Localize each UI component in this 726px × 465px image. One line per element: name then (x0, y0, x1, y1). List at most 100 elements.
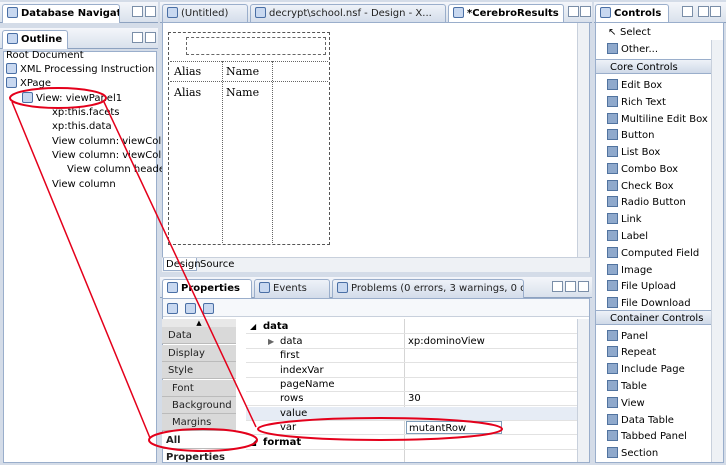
property-row[interactable]: ▶ data xp:dominoView (246, 335, 577, 349)
column-header-name[interactable]: Name (226, 65, 259, 78)
outline-item[interactable]: xp:this.facets (52, 106, 120, 120)
tab-decrypt-school[interactable]: decrypt\school.nsf - Design - X... (250, 4, 446, 23)
palette-item[interactable]: File Upload (607, 279, 676, 294)
column-header-alias[interactable]: Alias (174, 65, 201, 78)
editor-scrollbar[interactable] (577, 23, 589, 257)
expand-icon[interactable]: ▶ (268, 335, 274, 349)
view-menu-icon[interactable] (552, 281, 563, 292)
pager-placeholder[interactable] (186, 37, 326, 55)
check-box-icon (607, 180, 618, 191)
palette-item[interactable]: View (607, 396, 645, 411)
category-all-properties[interactable]: All Properties (162, 432, 236, 463)
palette-scrollbar[interactable] (711, 40, 723, 462)
palette-item[interactable]: Combo Box (607, 162, 678, 177)
minimize-icon[interactable] (132, 6, 143, 17)
palette-item[interactable]: Link (607, 212, 641, 227)
category-background[interactable]: Background (162, 397, 236, 414)
property-row-var[interactable]: var mutantRow (246, 421, 577, 435)
property-row[interactable]: ◢ format (246, 436, 577, 450)
palette-item[interactable]: Radio Button (607, 195, 686, 210)
category-style[interactable]: Style (162, 362, 236, 379)
filter-icon[interactable] (203, 303, 214, 314)
outline-item[interactable]: XPage (6, 77, 51, 91)
tab-source[interactable]: Source (199, 258, 234, 271)
property-row[interactable]: ◢ data (246, 320, 577, 334)
palette-item[interactable]: Computed Field (607, 246, 699, 261)
category-data[interactable]: Data (162, 327, 236, 344)
palette-other[interactable]: Other... (607, 42, 658, 57)
cell-name[interactable]: Name (226, 86, 259, 99)
maximize-icon[interactable] (578, 281, 589, 292)
tab-cerebro-results[interactable]: *CerebroResults (448, 4, 564, 23)
property-row[interactable]: value (246, 407, 577, 421)
outline-item[interactable]: View column (52, 178, 116, 192)
outline-item[interactable]: xp:this.data (52, 120, 112, 134)
chevron-down-icon[interactable] (682, 6, 693, 17)
outline-item[interactable]: View column header: (67, 163, 172, 177)
palette-item[interactable]: Label (607, 229, 648, 244)
palette-item[interactable]: Include Page (607, 362, 685, 377)
palette-item[interactable]: List Box (607, 145, 660, 160)
collapse-icon[interactable]: ◢ (250, 436, 256, 450)
palette-item[interactable]: Check Box (607, 179, 674, 194)
table-hline (170, 61, 328, 62)
outline-item-view-panel[interactable]: View: viewPanel1 (22, 92, 122, 106)
palette-select[interactable]: ↖ Select (608, 25, 651, 40)
category-font[interactable]: Font (162, 380, 236, 397)
minimize-icon[interactable] (132, 32, 143, 43)
tab-controls[interactable]: Controls (595, 4, 669, 23)
tab-properties[interactable]: Properties (162, 279, 252, 298)
palette-item[interactable]: Rich Text (607, 95, 666, 110)
minimize-icon[interactable] (568, 6, 579, 17)
property-row[interactable]: first (246, 349, 577, 363)
outline-item[interactable]: View column: viewColum (52, 149, 177, 163)
tab-design[interactable]: Design (163, 258, 201, 271)
minimize-icon[interactable] (565, 281, 576, 292)
palette-item[interactable]: File Download (607, 296, 691, 311)
container-controls-header[interactable]: Container Controls (596, 310, 723, 325)
tab-database-navigator[interactable]: Database Navigator (2, 4, 120, 23)
palette-item[interactable]: Multiline Edit Box (607, 112, 708, 127)
palette-item[interactable]: Tabbed Panel (607, 429, 687, 444)
outline-item[interactable]: View column: viewColum (52, 135, 177, 149)
tab-untitled[interactable]: (Untitled) (162, 4, 248, 23)
outline-item[interactable]: XML Processing Instruction (6, 63, 154, 77)
maximize-icon[interactable] (710, 6, 721, 17)
tab-events[interactable]: Events (254, 279, 330, 298)
tab-problems[interactable]: Problems (0 errors, 3 warnings, 0 o... (332, 279, 524, 298)
property-row[interactable]: rows 30 (246, 392, 577, 406)
property-row[interactable]: pageName (246, 378, 577, 392)
palette-item[interactable]: Button (607, 128, 655, 143)
palette-item[interactable]: Data Table (607, 413, 674, 428)
palette-item[interactable]: Section (607, 446, 658, 461)
properties-scrollbar[interactable] (577, 319, 589, 462)
palette-item[interactable]: Image (607, 263, 652, 278)
pointer-icon: ↖ (608, 27, 617, 38)
minimize-icon[interactable] (698, 6, 709, 17)
palette-item[interactable]: Table (607, 379, 647, 394)
category-display[interactable]: Display (162, 345, 236, 362)
core-controls-header[interactable]: Core Controls (596, 59, 723, 74)
collapse-icon[interactable]: ◢ (250, 320, 256, 334)
view-panel-outline[interactable] (168, 32, 330, 245)
maximize-icon[interactable] (145, 32, 156, 43)
palette-item[interactable]: Panel (607, 329, 648, 344)
tab-outline[interactable]: Outline (2, 30, 68, 49)
editor-tabstrip: (Untitled) decrypt\school.nsf - Design -… (160, 2, 592, 23)
maximize-icon[interactable] (145, 6, 156, 17)
palette-item[interactable]: Repeat (607, 345, 656, 360)
palette-tabstrip: Controls (594, 2, 726, 23)
palette-item[interactable]: Edit Box (607, 78, 662, 93)
maximize-icon[interactable] (580, 6, 591, 17)
sort-icon[interactable] (185, 303, 196, 314)
categories-icon[interactable] (167, 303, 178, 314)
image-icon (607, 264, 618, 275)
link-icon (607, 213, 618, 224)
outline-item[interactable]: Root Document (6, 49, 84, 63)
category-margins[interactable]: Margins (162, 414, 236, 431)
category-scroll-up[interactable]: ▲ (162, 319, 236, 327)
view-icon (22, 92, 33, 103)
property-row[interactable]: indexVar (246, 364, 577, 378)
cell-alias[interactable]: Alias (174, 86, 201, 99)
var-value-input[interactable]: mutantRow (406, 421, 502, 434)
